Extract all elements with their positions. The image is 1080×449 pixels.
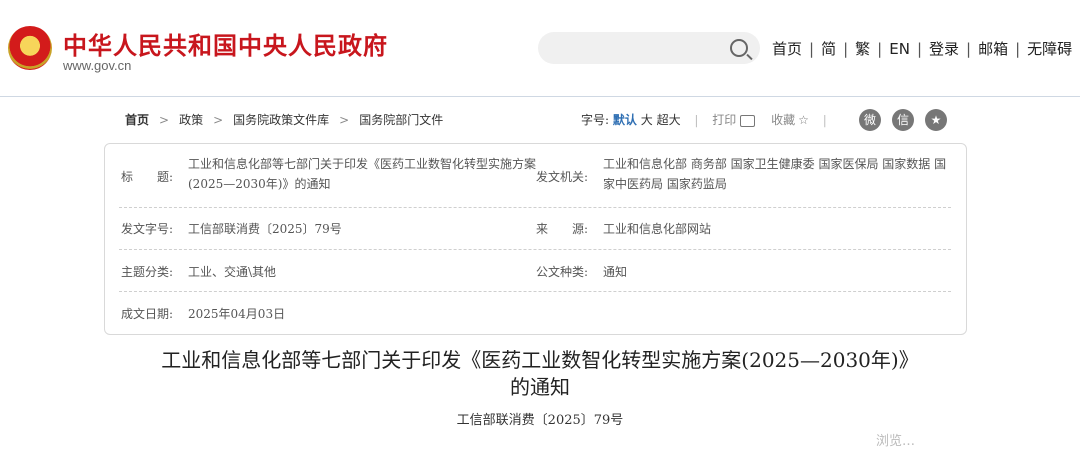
favorite-share-icon[interactable]: ★ <box>925 109 947 131</box>
favorite-label: 收藏 <box>771 113 796 127</box>
meta-row: 发文字号: 工信部联消费〔2025〕79号 来 源: 工业和信息化部网站 <box>119 207 951 250</box>
nav-traditional[interactable]: 繁 <box>855 40 870 58</box>
favorite-button[interactable]: 收藏 ☆ <box>771 113 809 127</box>
breadcrumb-arrow-icon: > <box>213 113 224 127</box>
issuer-value: 工业和信息化部 商务部 国家卫生健康委 国家医保局 国家数据 国家中医药局 国家… <box>603 157 947 191</box>
nav-simplified[interactable]: 简 <box>821 40 836 58</box>
breadcrumb-arrow-icon: > <box>339 113 350 127</box>
type-value: 通知 <box>603 265 628 279</box>
document-title-line: 工业和信息化部等七部门关于印发《医药工业数智化转型实施方案(2025—2030年… <box>161 348 919 372</box>
page-tools: 字号: 默认 大 超大 | 打印 收藏 ☆ | <box>581 111 837 128</box>
printer-icon <box>740 114 756 127</box>
nav-mailbox[interactable]: 邮箱 <box>978 40 1008 58</box>
source-value: 工业和信息化部网站 <box>603 222 712 236</box>
font-size-xlarge[interactable]: 超大 <box>657 113 681 127</box>
date-label: 成文日期: <box>121 307 174 321</box>
document-title-line: 的通知 <box>510 375 570 399</box>
breadcrumb-policy[interactable]: 政策 <box>179 113 203 127</box>
nav-separator: | <box>966 40 972 58</box>
title-label: 标 题: <box>121 170 174 184</box>
breadcrumb-policy-library[interactable]: 国务院政策文件库 <box>233 113 329 127</box>
national-emblem-icon[interactable] <box>8 26 52 70</box>
category-value: 工业、交通\其他 <box>188 265 277 279</box>
title-value: 工业和信息化部等七部门关于印发《医药工业数智化转型实施方案(2025—2030年… <box>188 157 537 191</box>
nav-home[interactable]: 首页 <box>772 40 802 58</box>
site-header: 中华人民共和国中央人民政府 www.gov.cn 首页 | 简 | 繁 | EN | 登录 | 邮箱… <box>0 0 1080 97</box>
nav-english[interactable]: EN <box>889 40 910 58</box>
meta-row: 成文日期: 2025年04月03日 <box>119 291 951 333</box>
print-button[interactable]: 打印 <box>712 113 756 127</box>
category-label: 主题分类: <box>121 265 174 279</box>
document-title: 工业和信息化部等七部门关于印发《医药工业数智化转型实施方案(2025—2030年… <box>0 347 1080 401</box>
site-title[interactable]: 中华人民共和国中央人民政府 <box>63 26 388 61</box>
nav-separator: | <box>916 40 922 58</box>
date-value: 2025年04月03日 <box>188 307 286 321</box>
wechat-share-icon[interactable]: 信 <box>892 109 914 131</box>
tools-divider: | <box>822 113 827 127</box>
site-url: www.gov.cn <box>63 58 132 73</box>
breadcrumb-home[interactable]: 首页 <box>125 113 149 127</box>
source-label: 来 源: <box>536 222 589 236</box>
document-meta-box: 标 题: 工业和信息化部等七部门关于印发《医药工业数智化转型实施方案(2025—… <box>104 143 967 335</box>
nav-separator: | <box>1015 40 1021 58</box>
docnum-value: 工信部联消费〔2025〕79号 <box>188 222 342 236</box>
docnum-label: 发文字号: <box>121 222 174 236</box>
search-input[interactable] <box>538 32 760 64</box>
font-size-large[interactable]: 大 <box>641 113 653 127</box>
issuer-label: 发文机关: <box>536 170 589 184</box>
print-label: 打印 <box>712 113 737 127</box>
nav-separator: | <box>843 40 849 58</box>
nav-login[interactable]: 登录 <box>929 40 959 58</box>
document-number: 工信部联消费〔2025〕79号 <box>456 413 624 428</box>
nav-separator: | <box>877 40 883 58</box>
nav-accessibility[interactable]: 无障碍 <box>1027 40 1072 58</box>
breadcrumb-department-docs[interactable]: 国务院部门文件 <box>359 113 443 127</box>
font-size-label: 字号: <box>581 113 610 127</box>
breadcrumb-arrow-icon: > <box>159 113 170 127</box>
meta-row: 主题分类: 工业、交通\其他 公文种类: 通知 <box>119 249 951 292</box>
weibo-share-icon[interactable]: 微 <box>859 109 881 131</box>
top-nav: 首页 | 简 | 繁 | EN | 登录 | 邮箱 | 无障碍 <box>772 38 1072 59</box>
meta-row: 标 题: 工业和信息化部等七部门关于印发《医药工业数智化转型实施方案(2025—… <box>119 144 951 208</box>
font-size-default[interactable]: 默认 <box>613 113 637 127</box>
star-icon: ☆ <box>798 113 809 127</box>
type-label: 公文种类: <box>536 265 589 279</box>
tools-divider: | <box>694 113 699 127</box>
breadcrumb: 首页 > 政策 > 国务院政策文件库 > 国务院部门文件 <box>125 111 443 128</box>
search-icon[interactable] <box>730 39 748 57</box>
nav-separator: | <box>809 40 815 58</box>
